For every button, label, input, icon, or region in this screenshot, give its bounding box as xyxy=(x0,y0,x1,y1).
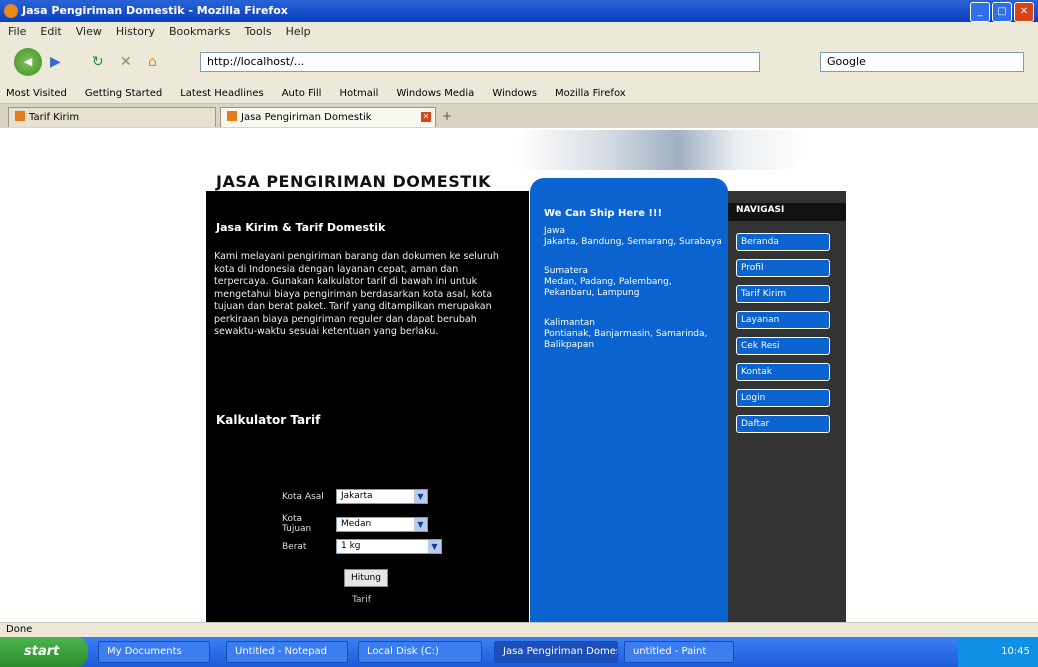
url-input[interactable]: http://localhost/... xyxy=(200,52,760,72)
navigation-toolbar: ◀ ▶ ↻ ✕ ⌂ http://localhost/... Google xyxy=(0,40,1038,85)
calculator-heading: Kalkulator Tarif xyxy=(216,413,321,427)
weight-select[interactable]: 1 kg ▼ xyxy=(336,539,442,554)
sidebar-item-cek-resi[interactable]: Cek Resi xyxy=(736,337,830,355)
tab-jasa-pengiriman[interactable]: Jasa Pengiriman Domestik ✕ xyxy=(220,107,436,127)
destination-label: Kota Tujuan xyxy=(282,514,312,534)
back-icon[interactable]: ◀ xyxy=(14,48,42,76)
window-title: Jasa Pengiriman Domestik - Mozilla Firef… xyxy=(22,4,288,17)
taskbar-item[interactable]: My Documents xyxy=(98,641,210,663)
bookmark-item[interactable]: Latest Headlines xyxy=(180,88,264,99)
menu-file[interactable]: File xyxy=(8,25,26,38)
menu-bar: File Edit View History Bookmarks Tools H… xyxy=(0,22,1038,40)
close-button[interactable]: ✕ xyxy=(1014,2,1034,22)
weight-label: Berat xyxy=(282,541,307,552)
taskbar: start My Documents Untitled - Notepad Lo… xyxy=(0,637,1038,667)
sidebar-item-profil[interactable]: Profil xyxy=(736,259,830,277)
page-content: JASA PENGIRIMAN DOMESTIK Jasa Kirim & Ta… xyxy=(0,128,1038,622)
origin-select[interactable]: Jakarta ▼ xyxy=(336,489,428,504)
info-panel: Jasa Kirim & Tarif Domestik Kami melayan… xyxy=(206,191,529,622)
page-icon xyxy=(227,111,237,121)
calculate-button[interactable]: Hitung xyxy=(344,569,388,587)
tab-bar: Tarif Kirim Jasa Pengiriman Domestik ✕ + xyxy=(0,104,1038,129)
page-title: JASA PENGIRIMAN DOMESTIK xyxy=(216,172,492,191)
reload-icon[interactable]: ↻ xyxy=(92,54,104,70)
search-input[interactable]: Google xyxy=(820,52,1024,72)
sidebar-item-tarif[interactable]: Tarif Kirim xyxy=(736,285,830,303)
system-tray-clock: 10:45 xyxy=(958,637,1038,667)
taskbar-item[interactable]: Jasa Pengiriman Domestik xyxy=(494,641,618,663)
home-icon[interactable]: ⌂ xyxy=(148,54,157,70)
forward-icon[interactable]: ▶ xyxy=(50,54,61,70)
intro-paragraph: Kami melayani pengiriman barang dan doku… xyxy=(214,251,499,337)
sidebar-item-login[interactable]: Login xyxy=(736,389,830,407)
menu-edit[interactable]: Edit xyxy=(40,25,61,38)
bookmark-item[interactable]: Getting Started xyxy=(85,88,162,99)
taskbar-item[interactable]: Untitled - Notepad xyxy=(226,641,348,663)
menu-bookmarks[interactable]: Bookmarks xyxy=(169,25,230,38)
bookmark-item[interactable]: Most Visited xyxy=(6,88,67,99)
minimize-button[interactable]: _ xyxy=(970,2,990,22)
bookmark-item[interactable]: Windows xyxy=(492,88,537,99)
coverage-block: Sumatera Medan, Padang, Palembang, Pekan… xyxy=(544,266,672,298)
coverage-heading: We Can Ship Here !!! xyxy=(544,208,663,219)
origin-label: Kota Asal xyxy=(282,491,324,502)
close-tab-icon[interactable]: ✕ xyxy=(421,112,431,122)
menu-history[interactable]: History xyxy=(116,25,155,38)
coverage-block: Jawa Jakarta, Bandung, Semarang, Surabay… xyxy=(544,226,722,247)
sidebar-item-layanan[interactable]: Layanan xyxy=(736,311,830,329)
menu-help[interactable]: Help xyxy=(286,25,311,38)
bookmark-item[interactable]: Hotmail xyxy=(339,88,378,99)
bookmark-item[interactable]: Auto Fill xyxy=(282,88,322,99)
header-banner-image xyxy=(518,130,808,170)
start-button[interactable]: start xyxy=(0,637,88,667)
destination-row: Kota Tujuan Medan ▼ xyxy=(282,514,428,534)
title-bar: Jasa Pengiriman Domestik - Mozilla Firef… xyxy=(0,0,1038,22)
menu-tools[interactable]: Tools xyxy=(244,25,271,38)
section-heading: Jasa Kirim & Tarif Domestik xyxy=(216,221,386,234)
chevron-down-icon: ▼ xyxy=(428,540,441,553)
bookmarks-toolbar: Most Visited Getting Started Latest Head… xyxy=(0,84,1038,104)
weight-row: Berat 1 kg ▼ xyxy=(282,539,442,554)
firefox-icon xyxy=(4,4,18,18)
taskbar-item[interactable]: Local Disk (C:) xyxy=(358,641,482,663)
sidebar-item-beranda[interactable]: Beranda xyxy=(736,233,830,251)
sidebar-heading: NAVIGASI xyxy=(736,205,785,215)
page-icon xyxy=(15,111,25,121)
new-tab-icon[interactable]: + xyxy=(442,109,452,123)
bookmark-item[interactable]: Windows Media xyxy=(396,88,474,99)
menu-view[interactable]: View xyxy=(76,25,102,38)
coverage-block: Kalimantan Pontianak, Banjarmasin, Samar… xyxy=(544,318,708,350)
destination-select[interactable]: Medan ▼ xyxy=(336,516,428,532)
chevron-down-icon: ▼ xyxy=(414,490,427,503)
sidebar-item-daftar[interactable]: Daftar xyxy=(736,415,830,433)
status-bar: Done xyxy=(0,622,1038,637)
bookmark-item[interactable]: Mozilla Firefox xyxy=(555,88,626,99)
coverage-panel: We Can Ship Here !!! Jawa Jakarta, Bandu… xyxy=(530,178,728,622)
chevron-down-icon: ▼ xyxy=(414,517,427,531)
navigation-sidebar: NAVIGASI Beranda Profil Tarif Kirim Laya… xyxy=(728,191,846,622)
stop-icon[interactable]: ✕ xyxy=(120,54,132,70)
sidebar-item-kontak[interactable]: Kontak xyxy=(736,363,830,381)
tab-tarif[interactable]: Tarif Kirim xyxy=(8,107,216,127)
taskbar-item[interactable]: untitled - Paint xyxy=(624,641,734,663)
maximize-button[interactable]: □ xyxy=(992,2,1012,22)
origin-row: Kota Asal Jakarta ▼ xyxy=(282,489,428,504)
result-label: Tarif xyxy=(352,595,371,605)
